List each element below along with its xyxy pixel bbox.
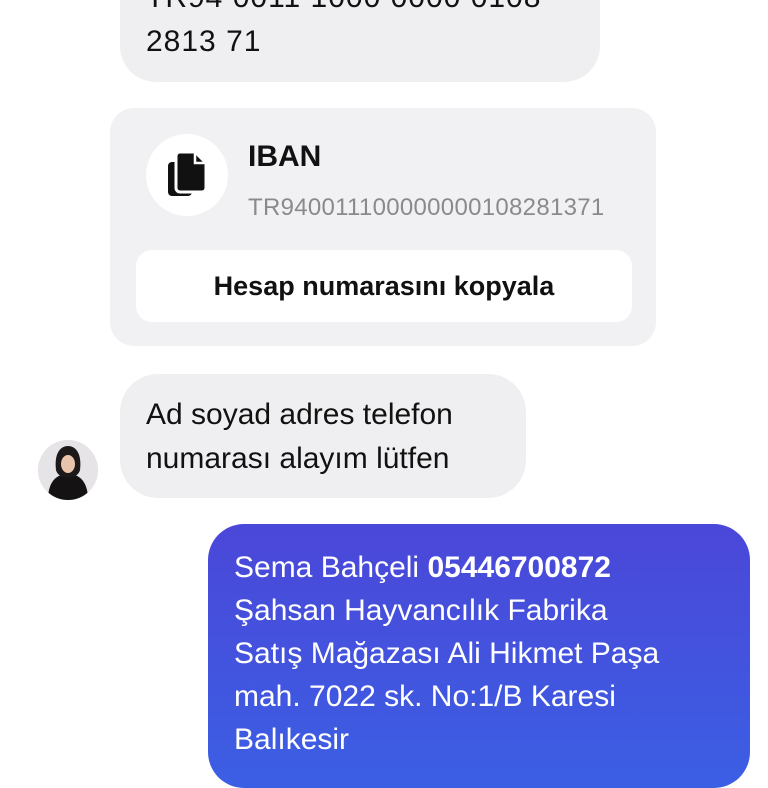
message-text-line: Sema Bahçeli 05446700872 [234, 546, 724, 589]
message-text-line: Satış Mağazası Ali Hikmet Paşa [234, 637, 660, 670]
outgoing-message-address[interactable]: Sema Bahçeli 05446700872 Şahsan Hayvancı… [208, 524, 750, 788]
incoming-message-iban-text[interactable]: TR94 0011 1000 0000 0108 2813 71 [120, 0, 600, 82]
copy-icon[interactable] [146, 134, 228, 216]
message-text-line: numarası alayım lütfen [146, 442, 450, 475]
message-text-line: Balıkesir [234, 723, 350, 756]
message-text-line: mah. 7022 sk. No:1/B Karesi [234, 680, 616, 713]
recipient-name: Sema Bahçeli [234, 551, 420, 584]
sender-avatar[interactable] [38, 440, 98, 500]
message-text-line: TR94 0011 1000 0000 0108 [146, 0, 574, 20]
incoming-message-request[interactable]: Ad soyad adres telefon numarası alayım l… [120, 374, 526, 498]
message-text-line: Ad soyad adres telefon [146, 398, 453, 431]
copy-account-number-button[interactable]: Hesap numarasını kopyala [136, 250, 632, 322]
message-text-line: Şahsan Hayvancılık Fabrika [234, 594, 608, 627]
iban-title: IBAN [248, 140, 322, 173]
phone-number[interactable]: 05446700872 [427, 551, 611, 584]
message-text-line: 2813 71 [146, 25, 262, 58]
iban-number: TR940011100000000108281371 [248, 194, 605, 221]
iban-card: IBAN TR940011100000000108281371 Hesap nu… [110, 108, 656, 346]
